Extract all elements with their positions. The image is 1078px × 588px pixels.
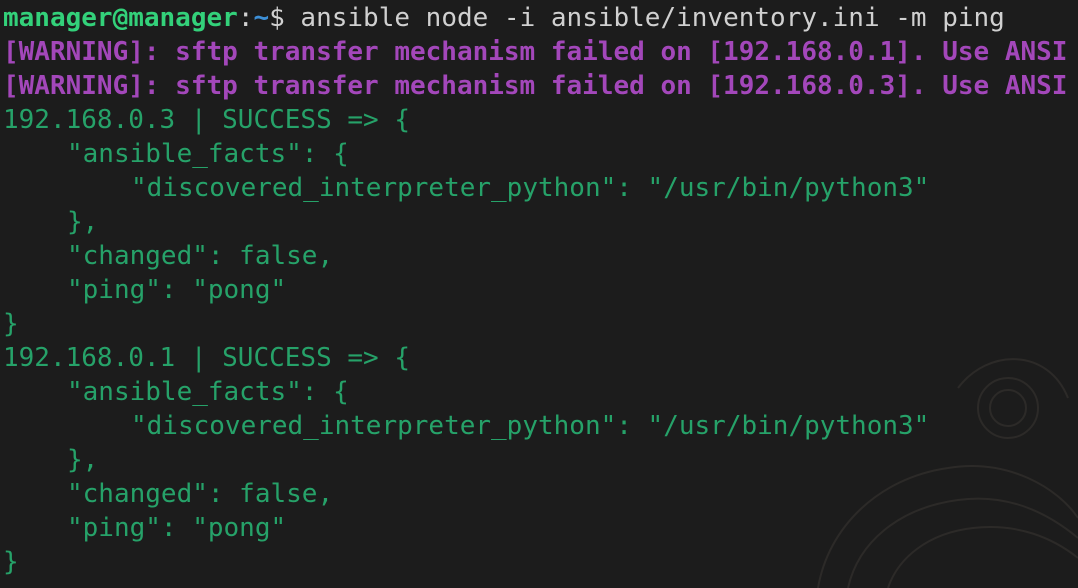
prompt-symbol: $ [269,3,285,33]
result-ping: "ping": "pong" [67,275,287,305]
prompt-line: manager@manager:~$ ansible node -i ansib… [3,1,1005,35]
prompt-separator: : [237,3,254,33]
warning-line: [WARNING]: sftp transfer mechanism faile… [3,37,1068,67]
terminal-window[interactable]: manager@manager:~$ ansible node -i ansib… [0,0,1078,588]
result-close: } [3,547,19,577]
result-interpreter: "discovered_interpreter_python": "/usr/b… [131,173,930,203]
result-facts-close: }, [67,207,99,237]
wallpaper-artwork [817,358,1078,588]
prompt-user-host: manager@manager [3,3,238,33]
result-header: 192.168.0.3 | SUCCESS => { [3,105,410,135]
command-text: ansible node -i ansible/inventory.ini -m… [284,3,1005,33]
result-ping: "ping": "pong" [67,513,287,543]
prompt-path: ~ [253,3,270,33]
result-facts-open: "ansible_facts": { [67,139,349,169]
result-close: } [3,309,19,339]
warning-line: [WARNING]: sftp transfer mechanism faile… [3,71,1068,101]
result-interpreter: "discovered_interpreter_python": "/usr/b… [131,411,930,441]
result-changed: "changed": false, [67,479,334,509]
result-changed: "changed": false, [67,241,334,271]
result-header: 192.168.0.1 | SUCCESS => { [3,343,410,373]
result-facts-open: "ansible_facts": { [67,377,349,407]
result-facts-close: }, [67,445,99,475]
